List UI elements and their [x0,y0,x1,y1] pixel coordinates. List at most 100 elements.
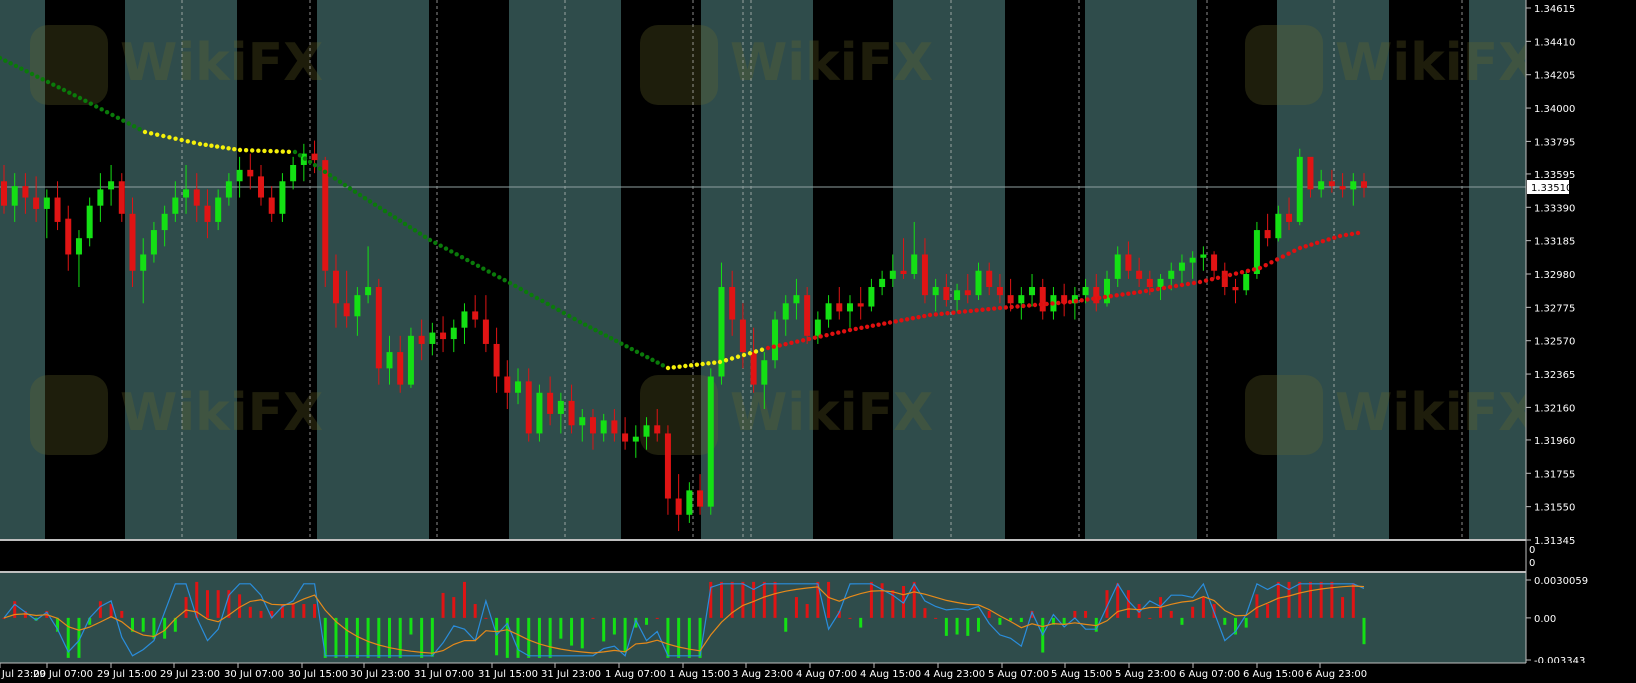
sub-pane-1 [0,541,1526,571]
ma-dot [534,295,540,301]
ma-dot [220,145,226,150]
ma-dot [142,129,148,135]
candle-body [697,490,704,507]
ma-dot [660,363,666,368]
candle-body [1296,156,1303,222]
candle-body [450,327,457,340]
ma-dot [1003,305,1009,310]
ma-dot [307,159,313,165]
ma-dot [706,361,711,366]
ma-dot [115,115,121,121]
candle-body [654,425,661,434]
ma-dot [256,148,261,153]
ma-dot [729,356,735,361]
ma-dot [951,310,956,315]
candle-body [150,230,157,255]
candle-body [1318,181,1325,190]
macd-bar [366,617,370,658]
price-label: 1.31755 [1534,469,1575,480]
session-band [1005,0,1085,540]
candle-body [429,332,436,344]
candle-body [1,181,7,206]
ma-dot [237,147,243,153]
candle [407,327,414,388]
ma-dot [332,176,338,181]
macd-bar [1298,581,1302,618]
macd-bar [773,581,777,618]
macd-bar [484,617,488,619]
candle-body [1029,287,1036,296]
candle-body [440,332,447,340]
candle-body [1114,254,1121,279]
ma-dot [56,85,61,90]
price-label: 1.32570 [1534,337,1575,348]
price-label: 1.33390 [1534,203,1575,214]
ma-dot [1191,280,1197,286]
candle-body [65,218,72,255]
candle-body [1178,262,1185,271]
macd-bar [848,617,852,619]
ma-dot [507,280,513,286]
ma-dot [1309,242,1314,247]
date-label: 6 Aug 07:00 [1179,669,1240,680]
ma-dot [688,363,694,368]
ma-dot [121,118,126,123]
macd-bar [752,581,756,618]
ma-dot [1155,286,1161,292]
macd-bar [944,617,948,636]
ma-dot [203,142,208,148]
candlestick-chart[interactable]: WikiFX WikiFX WikiFX WikiFX WikiFX WikiFX 1.3… [0,0,1636,683]
candle-body [536,392,543,434]
ma-dot [197,141,203,147]
ma-dot [1073,298,1079,304]
ma-dot [1137,289,1143,295]
ma-dot [577,319,583,325]
macd-bar [334,617,338,658]
candle-body [225,181,232,198]
ma-dot [1173,283,1179,289]
wikifx-watermark-text: WikiFX [1335,33,1538,93]
candle-body [632,436,639,442]
wikifx-logo-watermark [1245,375,1323,455]
date-label: 4 Aug 15:00 [860,669,921,680]
ma-dot [262,148,267,154]
candle-body [1361,181,1367,188]
candle-body [889,270,896,279]
macd-bar [645,617,649,625]
ma-dot [502,277,507,283]
ma-dot [268,148,273,154]
ma-dot [1337,233,1343,239]
candle-body [772,319,779,361]
macd-bar [1308,581,1312,618]
macd-bar [473,604,477,618]
macd-bar [1019,617,1023,623]
candle [707,368,714,515]
ma-dot [1326,237,1331,242]
current-price-tag: 1.33510 [1527,180,1572,194]
ma-dot [137,126,142,132]
date-label: 29 Jul 07:00 [33,669,93,680]
ma-dot [1015,304,1020,309]
ma-dot [671,365,676,370]
ma-dot [624,344,629,349]
price-label: 1.31960 [1534,436,1575,447]
candle-body [954,290,961,301]
ma-dot [1038,302,1044,307]
ma-dot [302,156,308,161]
macd-bar [741,581,745,618]
candle-body [397,352,404,385]
candle-body [1243,274,1250,291]
ma-dot [859,325,864,331]
candle-body [1157,278,1164,288]
ma-dot [317,166,323,171]
date-label: 31 Jul 23:00 [541,669,601,680]
ma-dot [830,331,835,337]
ma-dot [694,362,700,367]
macd-bar [1287,581,1291,618]
date-label: 6 Aug 15:00 [1243,669,1304,680]
ma-dot [392,215,398,220]
ma-dot [619,341,624,346]
ma-dot [523,289,529,295]
ma-dot [422,234,428,239]
ma-dot [783,341,788,347]
